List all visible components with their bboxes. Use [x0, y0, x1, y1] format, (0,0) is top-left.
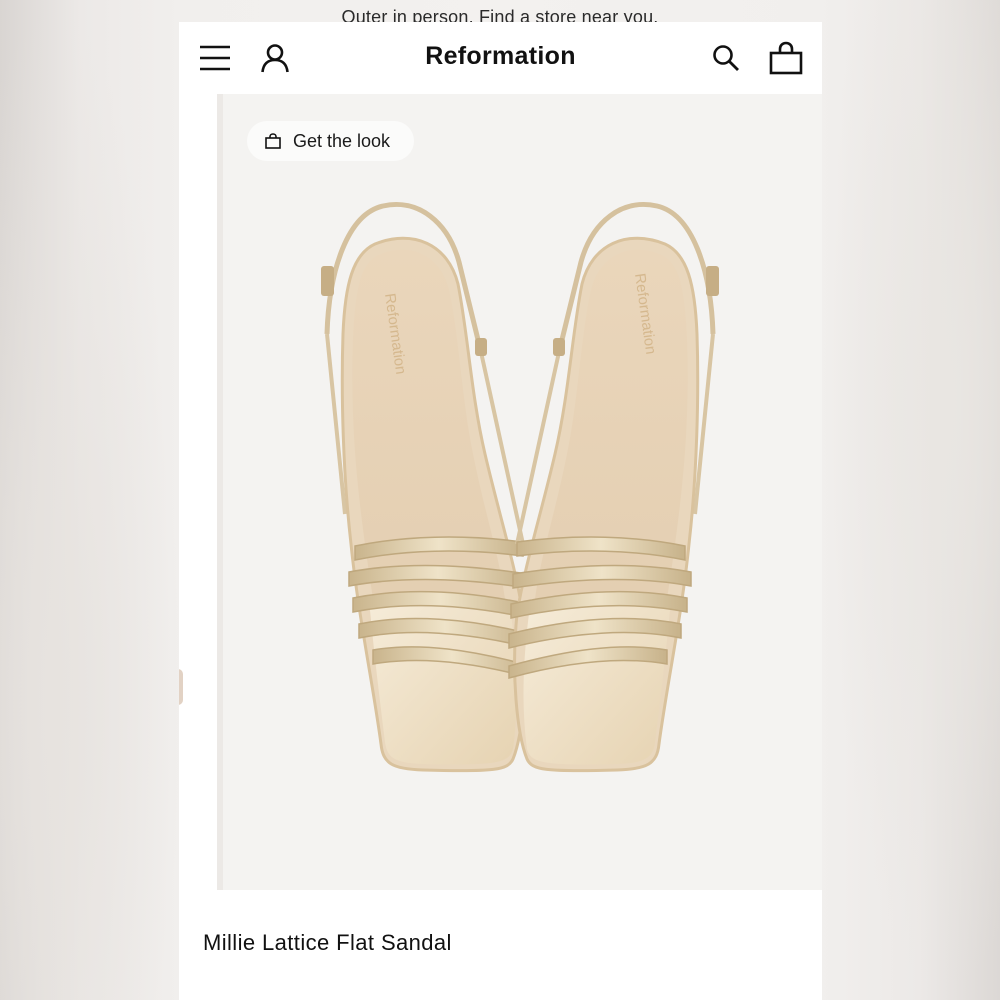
- left-sandal: Reformation: [321, 202, 532, 773]
- get-the-look-label: Get the look: [293, 130, 391, 151]
- store-link[interactable]: store: [535, 7, 576, 22]
- bag-button[interactable]: [764, 22, 808, 94]
- search-icon: [713, 45, 739, 71]
- promo-suffix: near you.: [576, 7, 659, 22]
- promo-text: Outer in person. Find a store near you.: [342, 7, 659, 22]
- right-sandal: Reformation: [508, 202, 719, 773]
- get-the-look-button[interactable]: Get the look: [247, 121, 415, 161]
- bag-icon: [769, 41, 803, 75]
- product-image[interactable]: Reformation Reformation Get the look: [223, 94, 822, 890]
- product-info: Millie Lattice Flat Sandal: [179, 890, 822, 1000]
- product-title: Millie Lattice Flat Sandal: [203, 930, 452, 955]
- product-gallery[interactable]: Reformation Reformation Get the look: [179, 94, 822, 890]
- promo-banner: Outer in person. Find a store near you.: [0, 0, 1000, 22]
- site-header: Reformation: [179, 22, 822, 94]
- shopping-bag-icon: [265, 133, 281, 149]
- background-blur-left: [0, 0, 180, 1000]
- promo-prefix: Outer in person. Find a: [341, 7, 536, 22]
- previous-image-fragment: [179, 669, 183, 705]
- search-button[interactable]: [704, 22, 748, 94]
- mobile-screen: Reformation Reformation Reformation Get …: [179, 22, 822, 1000]
- sandal-photo: Reformation Reformation: [321, 202, 719, 773]
- background-blur-right: [822, 0, 1000, 1000]
- previous-image-peek[interactable]: [179, 94, 217, 890]
